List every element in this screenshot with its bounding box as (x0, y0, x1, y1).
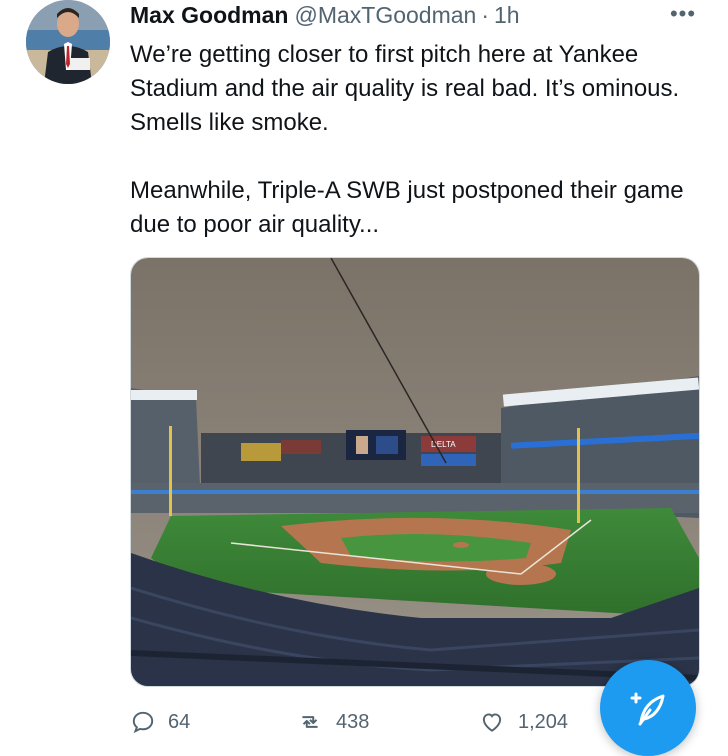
heart-icon (482, 713, 502, 732)
reply-icon (132, 711, 154, 734)
reply-button[interactable]: 64 (130, 706, 190, 738)
author-name[interactable]: Max Goodman (130, 2, 288, 29)
retweet-icon (302, 716, 318, 728)
header-separator: · (481, 2, 489, 28)
reply-count: 64 (168, 710, 191, 733)
more-icon: ••• (669, 1, 697, 26)
compose-tweet-icon (630, 692, 665, 726)
like-count: 1,204 (518, 710, 569, 733)
like-button[interactable]: 1,204 (478, 706, 568, 738)
tweet-header: Max Goodman @MaxTGoodman · 1h (130, 2, 520, 32)
more-options-button[interactable]: ••• (666, 2, 700, 26)
avatar[interactable] (26, 0, 110, 84)
avatar-image (26, 0, 110, 84)
author-handle[interactable]: @MaxTGoodman (294, 2, 476, 29)
compose-tweet-button[interactable] (600, 660, 696, 756)
tweet-photo[interactable]: DELTA (130, 257, 700, 687)
tweet-paragraph: Meanwhile, Triple-A SWB just postponed t… (130, 177, 684, 238)
tweet-text: We’re getting closer to first pitch here… (130, 38, 700, 242)
tweet-timestamp[interactable]: 1h (494, 2, 520, 29)
stadium-photo: DELTA (131, 258, 699, 686)
retweet-count: 438 (336, 710, 370, 733)
retweet-button[interactable]: 438 (296, 706, 369, 738)
tweet-paragraph: We’re getting closer to first pitch here… (130, 41, 680, 136)
